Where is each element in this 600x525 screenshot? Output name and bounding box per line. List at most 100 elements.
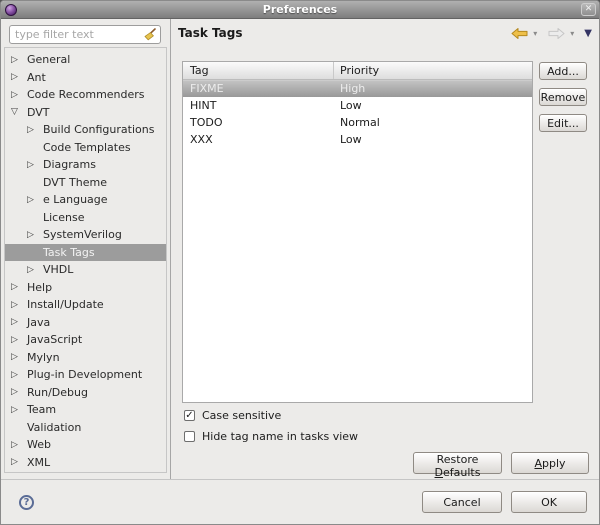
cell-tag: XXX <box>190 133 213 146</box>
cancel-button[interactable]: Cancel <box>422 491 502 513</box>
collapsed-twisty-icon[interactable]: ▷ <box>11 335 27 345</box>
checkbox-label: Case sensitive <box>202 409 282 422</box>
sidebar-item-label: JavaScript <box>27 333 83 347</box>
add-button[interactable]: Add... <box>539 62 587 80</box>
sidebar-item-xml[interactable]: ▷ XML <box>5 454 166 472</box>
back-history-chevron-icon[interactable]: ▾ <box>533 29 537 38</box>
collapsed-twisty-icon[interactable]: ▷ <box>11 282 27 292</box>
cell-priority: Low <box>340 99 362 112</box>
cell-tag: HINT <box>190 99 217 112</box>
sidebar-item-plug-in-development[interactable]: ▷ Plug-in Development <box>5 366 166 384</box>
preferences-tree: ▷ General ▷ Ant ▷ Code Recommenders ▽ DVT ▷ Build… <box>4 47 167 473</box>
table-row-todo[interactable]: TODO Normal <box>183 114 532 131</box>
sidebar-item-dvt-theme[interactable]: DVT Theme <box>5 174 166 192</box>
collapsed-twisty-icon[interactable]: ▷ <box>27 160 43 170</box>
sidebar-item-label: XML <box>27 455 51 469</box>
sidebar-item-label: Team <box>27 403 57 417</box>
sidebar-item-diagrams[interactable]: ▷ Diagrams <box>5 156 166 174</box>
sidebar-item-ant[interactable]: ▷ Ant <box>5 69 166 87</box>
sidebar-item-general[interactable]: ▷ General <box>5 51 166 69</box>
sidebar-item-license[interactable]: License <box>5 209 166 227</box>
sidebar-item-team[interactable]: ▷ Team <box>5 401 166 419</box>
table-header: Tag Priority <box>183 62 532 80</box>
sidebar-item-help[interactable]: ▷ Help <box>5 279 166 297</box>
sidebar-item-label: DVT Theme <box>43 175 107 189</box>
close-icon[interactable]: ✕ <box>581 3 596 16</box>
unchecked-checkbox-icon[interactable] <box>184 431 195 442</box>
checkbox-hide-tag-name-in-tasks-view[interactable]: Hide tag name in tasks view <box>184 430 358 443</box>
restore-apply-row: Restore Defaults Apply <box>413 452 589 479</box>
sidebar-item-label: Plug-in Development <box>27 368 143 382</box>
content-header: Task Tags ▾ ▾ ▼ <box>172 19 599 47</box>
sidebar-item-build-configurations[interactable]: ▷ Build Configurations <box>5 121 166 139</box>
forward-arrow-icon[interactable] <box>547 27 566 40</box>
sidebar-item-code-recommenders[interactable]: ▷ Code Recommenders <box>5 86 166 104</box>
sidebar-item-systemverilog[interactable]: ▷ SystemVerilog <box>5 226 166 244</box>
collapsed-twisty-icon[interactable]: ▷ <box>11 90 27 100</box>
footer-bar: ? Cancel OK <box>1 479 599 524</box>
cell-priority: Normal <box>340 116 380 129</box>
edit-button[interactable]: Edit... <box>539 114 587 132</box>
sidebar-item-vhdl[interactable]: ▷ VHDL <box>5 261 166 279</box>
clear-filter-broom-icon[interactable] <box>143 28 156 41</box>
help-icon[interactable]: ? <box>19 494 34 510</box>
view-menu-icon[interactable]: ▼ <box>584 28 592 39</box>
sidebar-item-validation[interactable]: Validation <box>5 419 166 437</box>
collapsed-twisty-icon[interactable]: ▷ <box>11 370 27 380</box>
sidebar-item-task-tags[interactable]: Task Tags <box>5 243 166 261</box>
ok-button[interactable]: OK <box>511 491 587 513</box>
sidebar-item-label: Run/Debug <box>27 385 88 399</box>
remove-button[interactable]: Remove <box>539 88 587 106</box>
collapsed-twisty-icon[interactable]: ▷ <box>11 300 27 310</box>
collapsed-twisty-icon[interactable]: ▷ <box>11 317 27 327</box>
sidebar-item-java[interactable]: ▷ Java <box>5 314 166 332</box>
sidebar-item-dvt[interactable]: ▽ DVT <box>5 104 166 122</box>
collapsed-twisty-icon[interactable]: ▷ <box>11 55 27 65</box>
content-panel: Task Tags ▾ ▾ ▼ Tag Priority FIXME High HI… <box>172 19 599 479</box>
sidebar-item-mylyn[interactable]: ▷ Mylyn <box>5 349 166 367</box>
task-tags-table-body: FIXME High HINT Low TODO Normal XXX Low <box>183 80 532 148</box>
collapsed-twisty-icon[interactable]: ▷ <box>11 387 27 397</box>
collapsed-twisty-icon[interactable]: ▷ <box>11 72 27 82</box>
collapsed-twisty-icon[interactable]: ▷ <box>27 230 43 240</box>
collapsed-twisty-icon[interactable]: ▷ <box>27 265 43 275</box>
sidebar-item-label: License <box>43 210 85 224</box>
expanded-twisty-icon[interactable]: ▽ <box>11 107 27 117</box>
sidebar: ▷General▷Ant▷Code Recommenders▽DVT▷Build… <box>1 19 171 479</box>
restore-defaults-button[interactable]: Restore Defaults <box>413 452 502 479</box>
titlebar[interactable]: Preferences ✕ <box>1 1 599 19</box>
cell-tag: FIXME <box>190 82 224 95</box>
forward-history-chevron-icon[interactable]: ▾ <box>570 29 574 38</box>
collapsed-twisty-icon[interactable]: ▷ <box>11 457 27 467</box>
table-row-fixme[interactable]: FIXME High <box>183 80 532 97</box>
collapsed-twisty-icon[interactable]: ▷ <box>11 405 27 415</box>
sidebar-item-label: General <box>27 53 71 67</box>
sidebar-item-label: Diagrams <box>43 158 96 172</box>
collapsed-twisty-icon[interactable]: ▷ <box>11 352 27 362</box>
sidebar-item-label: Ant <box>27 70 46 84</box>
sidebar-item-e-language[interactable]: ▷ e Language <box>5 191 166 209</box>
preferences-window: Preferences ✕ ▷General▷Ant▷Code Recommen… <box>0 0 600 525</box>
filter-box[interactable] <box>9 25 161 44</box>
collapsed-twisty-icon[interactable]: ▷ <box>27 125 43 135</box>
filter-input[interactable] <box>15 28 143 41</box>
apply-button[interactable]: Apply <box>511 452 589 474</box>
sidebar-item-web[interactable]: ▷ Web <box>5 436 166 454</box>
sidebar-item-javascript[interactable]: ▷ JavaScript <box>5 331 166 349</box>
sidebar-item-code-templates[interactable]: Code Templates <box>5 139 166 157</box>
sidebar-item-label: Java <box>27 315 51 329</box>
checked-checkbox-icon[interactable]: ✓ <box>184 410 195 421</box>
table-row-hint[interactable]: HINT Low <box>183 97 532 114</box>
column-header-priority[interactable]: Priority <box>334 62 532 79</box>
checkbox-case-sensitive[interactable]: ✓ Case sensitive <box>184 409 358 422</box>
sidebar-item-run-debug[interactable]: ▷ Run/Debug <box>5 384 166 402</box>
collapsed-twisty-icon[interactable]: ▷ <box>27 195 43 205</box>
back-arrow-icon[interactable] <box>510 27 529 40</box>
column-header-tag[interactable]: Tag <box>183 62 334 79</box>
table-row-xxx[interactable]: XXX Low <box>183 131 532 148</box>
app-icon <box>5 3 17 16</box>
sidebar-item-label: Install/Update <box>27 298 104 312</box>
sidebar-item-install-update[interactable]: ▷ Install/Update <box>5 296 166 314</box>
collapsed-twisty-icon[interactable]: ▷ <box>11 440 27 450</box>
sidebar-item-label: Code Recommenders <box>27 88 145 102</box>
